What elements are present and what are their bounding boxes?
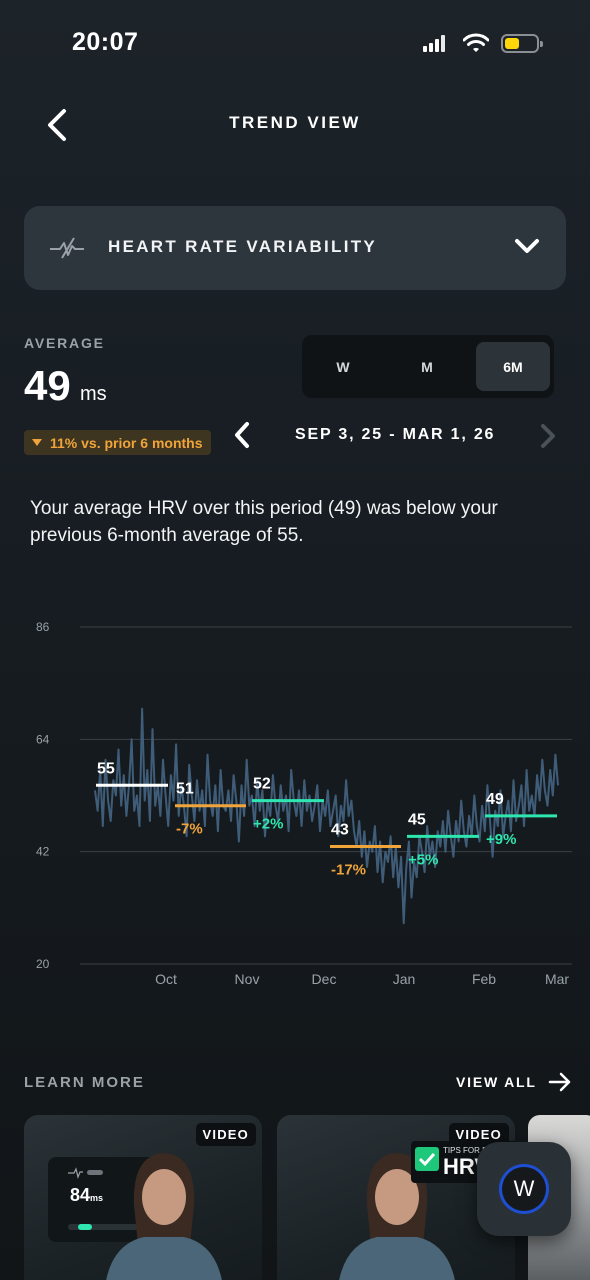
monthly-average-label: 45 — [408, 811, 426, 828]
x-tick-label: Dec — [312, 971, 337, 987]
y-tick-label: 86 — [36, 620, 50, 634]
next-period-icon[interactable] — [539, 423, 557, 449]
y-tick-label: 64 — [36, 732, 50, 746]
change-badge: 11% vs. prior 6 months — [24, 430, 211, 455]
presenter-image — [106, 1153, 222, 1280]
monthly-average-label: 43 — [331, 822, 349, 839]
tab-month[interactable]: M — [390, 342, 464, 391]
average-label: AVERAGE — [24, 335, 105, 351]
average-value: 49 — [24, 362, 71, 409]
cellular-signal-icon — [423, 34, 449, 52]
y-tick-label: 20 — [36, 957, 50, 971]
wifi-icon — [463, 33, 489, 52]
monthly-change-label: +2% — [253, 816, 283, 833]
coach-button[interactable]: W — [477, 1142, 571, 1236]
x-tick-label: Nov — [235, 971, 260, 987]
trend-description: Your average HRV over this period (49) w… — [30, 498, 498, 546]
video-card-1[interactable]: 84ms VIDEO — [24, 1115, 262, 1280]
monthly-average-label: 55 — [97, 760, 115, 777]
battery-icon — [501, 34, 543, 53]
down-triangle-icon — [32, 439, 42, 446]
x-tick-label: Oct — [155, 971, 177, 987]
metric-selector-dropdown[interactable]: HEART RATE VARIABILITY — [24, 206, 566, 290]
hrv-icon — [50, 237, 84, 259]
x-tick-label: Feb — [472, 971, 496, 987]
hrv-trend-chart: 86 64 42 20 Oct Nov Dec Jan Feb Mar 55 51 -7% 52 +2% 43… — [36, 620, 572, 987]
chevron-down-icon — [515, 239, 539, 253]
change-badge-text: 11% vs. prior 6 months — [50, 434, 203, 451]
metric-selector-label: HEART RATE VARIABILITY — [108, 237, 378, 256]
coach-icon: W — [499, 1164, 549, 1214]
average-unit: ms — [80, 383, 107, 405]
monthly-average-label: 52 — [253, 776, 271, 793]
page-title: TREND VIEW — [229, 113, 361, 132]
monthly-change-label: +9% — [486, 831, 516, 848]
y-tick-label: 42 — [36, 845, 50, 859]
video-badge: VIDEO — [195, 1123, 256, 1146]
monthly-change-label: +5% — [408, 851, 438, 868]
previous-period-icon[interactable] — [232, 421, 252, 449]
monthly-average-label: 51 — [176, 781, 194, 798]
tab-week[interactable]: W — [306, 342, 380, 391]
learn-more-label: LEARN MORE — [24, 1074, 145, 1091]
tab-six-months[interactable]: 6M — [476, 342, 550, 391]
view-all-link[interactable]: VIEW ALL — [456, 1074, 537, 1090]
date-range-label: SEP 3, 25 - MAR 1, 26 — [295, 426, 496, 443]
arrow-right-icon[interactable] — [548, 1071, 572, 1093]
monthly-change-label: -7% — [176, 821, 203, 838]
status-time: 20:07 — [72, 28, 139, 56]
x-tick-label: Mar — [545, 971, 569, 987]
monthly-average-label: 49 — [486, 791, 504, 808]
x-tick-label: Jan — [393, 971, 416, 987]
monthly-change-label: -17% — [331, 862, 366, 879]
checkmark-icon — [415, 1147, 439, 1171]
period-tabs: W M 6M — [302, 335, 554, 398]
